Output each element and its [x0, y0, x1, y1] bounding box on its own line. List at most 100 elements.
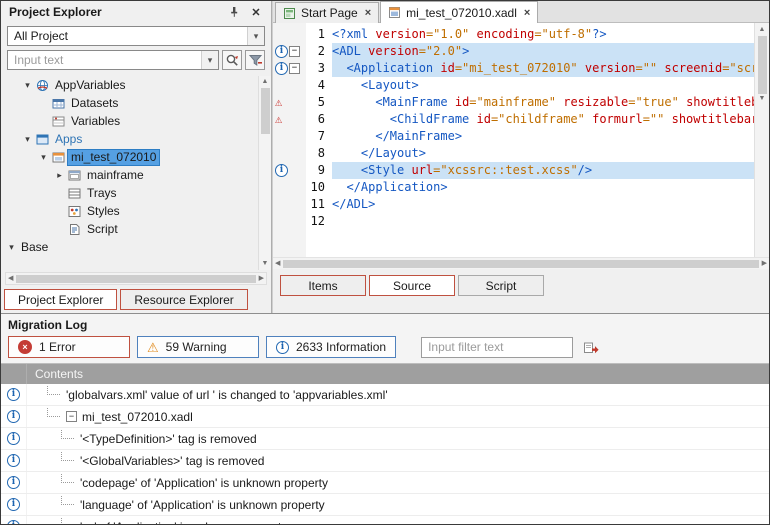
information-icon[interactable]: i [275, 62, 288, 75]
line-gutter: i− [273, 43, 306, 60]
log-row[interactable]: i'<TypeDefinition>' tag is removed [1, 428, 769, 450]
code-line: 10 </Application> [273, 179, 754, 196]
project-filter-dropdown[interactable]: All Project ▾ [7, 26, 265, 46]
tree-item-trays[interactable]: Trays [1, 184, 257, 202]
scroll-left-icon[interactable]: ◀ [8, 274, 13, 284]
migration-log-controls: ×1 Error ⚠59 Warning i2633 Information [1, 333, 769, 363]
log-row[interactable]: i−mi_test_072010.xadl [1, 406, 769, 428]
information-icon: i [7, 410, 20, 423]
fold-icon[interactable]: − [289, 46, 300, 57]
variables-icon [52, 115, 65, 128]
expand-arrow-icon[interactable]: ▾ [21, 134, 34, 145]
scrollbar-thumb[interactable] [16, 275, 255, 283]
tree-item-styles[interactable]: Styles [1, 202, 257, 220]
log-row-content: '…' of 'Application' is unknown property [27, 516, 769, 524]
scrollbar-thumb[interactable] [758, 36, 767, 94]
line-gutter [273, 26, 306, 43]
chevron-down-icon[interactable]: ▾ [247, 27, 264, 45]
information-filter-button[interactable]: i2633 Information [266, 336, 396, 358]
scroll-left-icon[interactable]: ◀ [275, 259, 280, 269]
panel-header: Project Explorer ✕ [1, 1, 271, 23]
tab-project-explorer[interactable]: Project Explorer [4, 289, 117, 310]
log-row[interactable]: i'globalvars.xml' value of url ' is chan… [1, 384, 769, 406]
code-line: 4 <Layout> [273, 77, 754, 94]
log-column-contents: Contents [27, 367, 83, 381]
editor-panel: Start Page × mi_test_072010.xadl × 1<?xm… [272, 1, 769, 313]
warning-icon[interactable]: ⚠ [275, 113, 282, 126]
code-text: <?xml version="1.0" encoding="utf-8"?> [332, 26, 754, 43]
scrollbar-thumb[interactable] [261, 88, 270, 134]
log-filter-input[interactable] [421, 337, 573, 358]
tree-item-mi-test-072010[interactable]: ▾mi_test_072010 [1, 148, 257, 166]
information-icon: i [7, 454, 20, 467]
log-row-text: '…' of 'Application' is unknown property [80, 520, 287, 525]
information-icon: i [7, 520, 20, 524]
tree-item-mainframe[interactable]: ▸mainframe [1, 166, 257, 184]
tab-items[interactable]: Items [280, 275, 366, 296]
log-row-content: 'language' of 'Application' is unknown p… [27, 494, 769, 515]
tab-mi-test-072010-xadl[interactable]: mi_test_072010.xadl × [380, 1, 538, 23]
expand-arrow-icon[interactable]: ▾ [21, 80, 34, 91]
search-input[interactable] [8, 53, 201, 67]
line-number: 10 [306, 179, 332, 196]
scroll-right-icon[interactable]: ▶ [259, 274, 264, 284]
tree-item-base[interactable]: ▾Base [1, 238, 257, 256]
tab-script[interactable]: Script [458, 275, 544, 296]
tree-item-appvariables[interactable]: ▾AppVariables [1, 76, 257, 94]
expand-arrow-icon[interactable]: ▾ [5, 242, 18, 253]
log-row[interactable]: i'<GlobalVariables>' tag is removed [1, 450, 769, 472]
log-row[interactable]: i '…' of 'Application' is unknown propert… [1, 516, 769, 524]
tab-start-page[interactable]: Start Page × [275, 2, 379, 23]
log-row[interactable]: i'language' of 'Application' is unknown … [1, 494, 769, 516]
search-combobox[interactable]: ▾ [7, 50, 219, 70]
fold-icon[interactable]: − [289, 63, 300, 74]
close-icon[interactable]: × [365, 7, 371, 19]
expand-arrow-icon[interactable]: ▾ [37, 152, 50, 163]
tree-horizontal-scrollbar[interactable]: ◀ ▶ [5, 272, 267, 285]
editor-horizontal-scrollbar[interactable]: ◀ ▶ [273, 257, 769, 269]
tree-item-apps[interactable]: ▾Apps [1, 130, 257, 148]
search-icon[interactable] [222, 50, 242, 70]
scrollbar-thumb[interactable] [283, 260, 758, 268]
filter-icon[interactable] [245, 50, 265, 70]
code-editor[interactable]: 1<?xml version="1.0" encoding="utf-8"?>i… [273, 23, 769, 257]
tree-item-variables[interactable]: Variables [1, 112, 257, 130]
information-icon[interactable]: i [275, 164, 288, 177]
collapse-arrow-icon[interactable]: ▸ [53, 170, 66, 181]
line-number: 12 [306, 213, 332, 230]
line-number: 11 [306, 196, 332, 213]
scroll-up-icon[interactable]: ▲ [759, 25, 766, 35]
filter-button-label: 2633 Information [296, 340, 386, 354]
information-icon: i [7, 432, 20, 445]
project-tree: ▾AppVariablesDatasetsVariables▾Apps▾mi_t… [1, 76, 271, 270]
information-icon[interactable]: i [275, 45, 288, 58]
tab-resource-explorer[interactable]: Resource Explorer [120, 289, 247, 310]
close-icon[interactable]: × [524, 7, 530, 19]
tree-connector [61, 518, 74, 524]
close-icon[interactable]: ✕ [249, 6, 263, 19]
editor-vertical-scrollbar[interactable]: ▲ ▼ [754, 23, 769, 257]
tree-item-script[interactable]: Script [1, 220, 257, 238]
app-window: Project Explorer ✕ All Project ▾ ▾ ▾AppV… [0, 0, 770, 525]
filter-refresh-icon[interactable] [580, 336, 602, 358]
scroll-right-icon[interactable]: ▶ [762, 259, 767, 269]
scroll-up-icon[interactable]: ▲ [262, 77, 269, 87]
tree-item-datasets[interactable]: Datasets [1, 94, 257, 112]
warning-filter-button[interactable]: ⚠59 Warning [137, 336, 259, 358]
application-icon [52, 151, 65, 164]
datasets-icon [52, 97, 65, 110]
code-text: </ADL> [332, 196, 754, 213]
styles-icon [68, 205, 81, 218]
scroll-down-icon[interactable]: ▼ [262, 259, 269, 269]
pin-icon[interactable] [227, 6, 241, 18]
warning-icon[interactable]: ⚠ [275, 96, 282, 109]
error-filter-button[interactable]: ×1 Error [8, 336, 130, 358]
log-row-content: 'globalvars.xml' value of url ' is chang… [27, 384, 769, 405]
scroll-down-icon[interactable]: ▼ [759, 94, 766, 104]
chevron-down-icon[interactable]: ▾ [201, 51, 218, 69]
tree-vertical-scrollbar[interactable]: ▲ ▼ [258, 76, 271, 270]
line-number: 4 [306, 77, 332, 94]
log-row[interactable]: i'codepage' of 'Application' is unknown … [1, 472, 769, 494]
collapse-box-icon[interactable]: − [66, 411, 77, 422]
tab-source[interactable]: Source [369, 275, 455, 296]
